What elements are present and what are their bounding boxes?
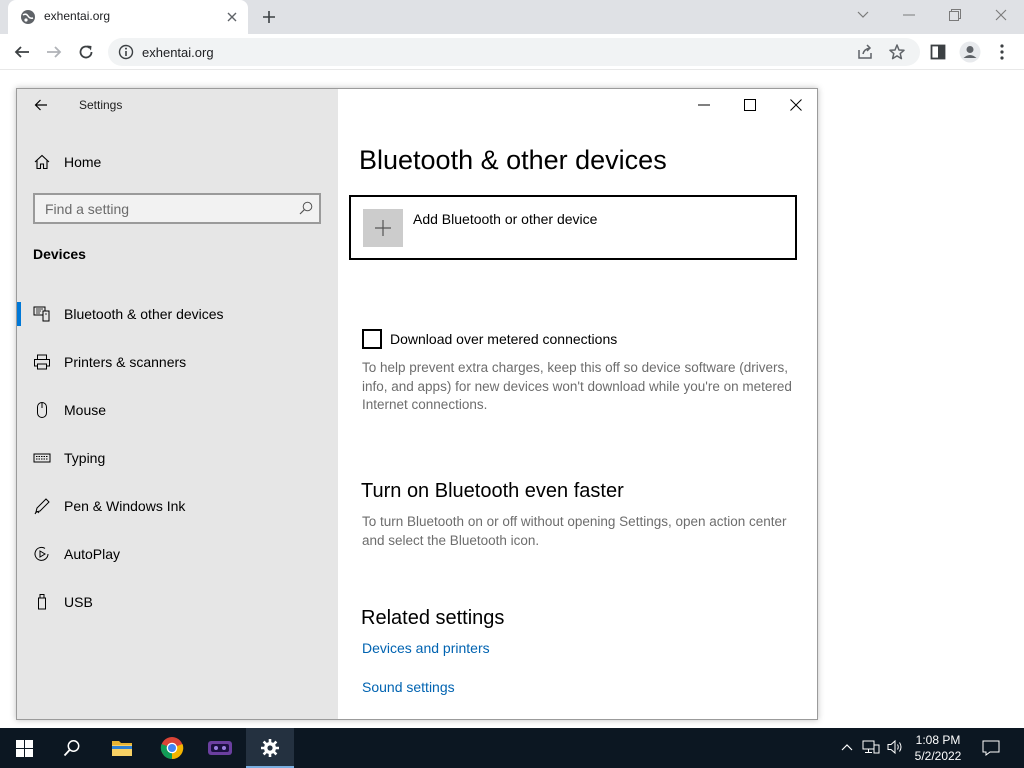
screen: exhentai.org exhentai.org Settings Home … xyxy=(0,0,1024,768)
printer-icon xyxy=(33,353,51,371)
metered-checkbox[interactable] xyxy=(362,329,382,349)
bluetooth-devices-icon xyxy=(33,305,51,323)
mouse-icon xyxy=(33,401,51,419)
clock-time: 1:08 PM xyxy=(915,733,961,747)
reload-icon[interactable] xyxy=(72,38,100,66)
nav-label: Pen & Windows Ink xyxy=(64,498,186,514)
nav-label: Mouse xyxy=(64,402,107,418)
selection-indicator xyxy=(17,302,21,326)
window-minimize-icon[interactable] xyxy=(694,95,714,115)
star-icon[interactable] xyxy=(888,43,906,61)
nav-label: Bluetooth & other devices xyxy=(64,306,224,322)
home-nav[interactable]: Home xyxy=(17,149,338,175)
address-bar[interactable]: exhentai.org xyxy=(108,38,920,66)
pen-icon xyxy=(33,497,51,515)
autoplay-icon xyxy=(33,545,51,563)
tab-search-icon[interactable] xyxy=(849,4,877,26)
clock[interactable]: 1:08 PM 5/2/2022 xyxy=(908,732,968,764)
file-explorer-icon[interactable] xyxy=(98,728,146,768)
forward-icon[interactable] xyxy=(40,38,68,66)
globe-icon xyxy=(20,9,36,25)
nav-item-bluetooth[interactable]: Bluetooth & other devices xyxy=(17,300,338,328)
share-icon[interactable] xyxy=(856,43,874,61)
back-icon[interactable] xyxy=(8,38,36,66)
add-device-button[interactable]: Add Bluetooth or other device xyxy=(349,195,797,260)
browser-toolbar: exhentai.org xyxy=(0,34,1024,70)
back-arrow-icon[interactable] xyxy=(31,95,51,115)
sound-settings-link[interactable]: Sound settings xyxy=(362,679,455,695)
nav-label: Printers & scanners xyxy=(64,354,187,370)
tab-strip: exhentai.org xyxy=(0,0,1024,34)
plus-icon xyxy=(363,209,403,247)
taskbar: 1:08 PM 5/2/2022 xyxy=(0,728,1024,768)
tab-close-icon[interactable] xyxy=(222,7,242,27)
nav-label: AutoPlay xyxy=(64,546,121,562)
search-input[interactable]: Find a setting xyxy=(33,193,321,224)
nav-item-typing[interactable]: Typing xyxy=(17,444,338,472)
metered-description: To help prevent extra charges, keep this… xyxy=(362,360,792,412)
search-icon[interactable] xyxy=(299,201,313,215)
window-maximize-icon[interactable] xyxy=(740,95,760,115)
nav-item-mouse[interactable]: Mouse xyxy=(17,396,338,424)
faster-heading: Turn on Bluetooth even faster xyxy=(361,480,624,502)
new-tab-icon[interactable] xyxy=(258,6,280,28)
nav-label: Typing xyxy=(64,450,106,466)
devices-and-printers-link[interactable]: Devices and printers xyxy=(362,640,490,656)
nav-label: USB xyxy=(64,594,93,610)
browser-tab[interactable]: exhentai.org xyxy=(8,0,248,34)
window-close-icon[interactable] xyxy=(786,95,806,115)
keyboard-icon xyxy=(33,449,51,467)
network-icon[interactable] xyxy=(862,738,880,756)
related-settings-heading: Related settings xyxy=(361,607,505,629)
usb-icon xyxy=(33,593,51,611)
home-icon xyxy=(33,153,51,171)
notification-icon[interactable] xyxy=(978,736,1004,760)
nav-item-pen[interactable]: Pen & Windows Ink xyxy=(17,492,338,520)
home-label: Home xyxy=(64,154,102,170)
faster-description: To turn Bluetooth on or off without open… xyxy=(362,514,787,548)
side-panel-icon[interactable] xyxy=(924,38,952,66)
nav-item-autoplay[interactable]: AutoPlay xyxy=(17,540,338,568)
settings-gear-icon[interactable] xyxy=(246,728,294,768)
settings-main-pane: Bluetooth & other devices Add Bluetooth … xyxy=(338,89,817,719)
metered-checkbox-label[interactable]: Download over metered connections xyxy=(390,331,617,347)
app-title: Settings xyxy=(79,98,123,112)
add-device-label: Add Bluetooth or other device xyxy=(413,211,598,227)
url-text[interactable]: exhentai.org xyxy=(142,45,214,60)
chevron-up-icon[interactable] xyxy=(838,738,856,756)
restore-icon[interactable] xyxy=(941,4,969,26)
nav-item-printers[interactable]: Printers & scanners xyxy=(17,348,338,376)
nav-item-usb[interactable]: USB xyxy=(17,588,338,616)
search-placeholder: Find a setting xyxy=(45,201,130,217)
tab-title: exhentai.org xyxy=(44,9,111,23)
volume-icon[interactable] xyxy=(886,738,904,756)
section-heading: Devices xyxy=(33,246,86,262)
chrome-icon[interactable] xyxy=(148,728,196,768)
app-icon[interactable] xyxy=(196,728,244,768)
settings-window: Settings Home Find a setting Devices Blu… xyxy=(16,88,818,720)
menu-icon[interactable] xyxy=(988,38,1016,66)
minimize-icon[interactable] xyxy=(895,4,923,26)
settings-sidebar: Settings Home Find a setting Devices Blu… xyxy=(17,89,338,719)
profile-icon[interactable] xyxy=(956,38,984,66)
close-icon[interactable] xyxy=(987,4,1015,26)
search-icon[interactable] xyxy=(48,728,96,768)
windows-start-icon[interactable] xyxy=(0,728,48,768)
info-icon[interactable] xyxy=(118,44,134,60)
clock-date: 5/2/2022 xyxy=(914,749,962,763)
page-title: Bluetooth & other devices xyxy=(359,145,667,175)
